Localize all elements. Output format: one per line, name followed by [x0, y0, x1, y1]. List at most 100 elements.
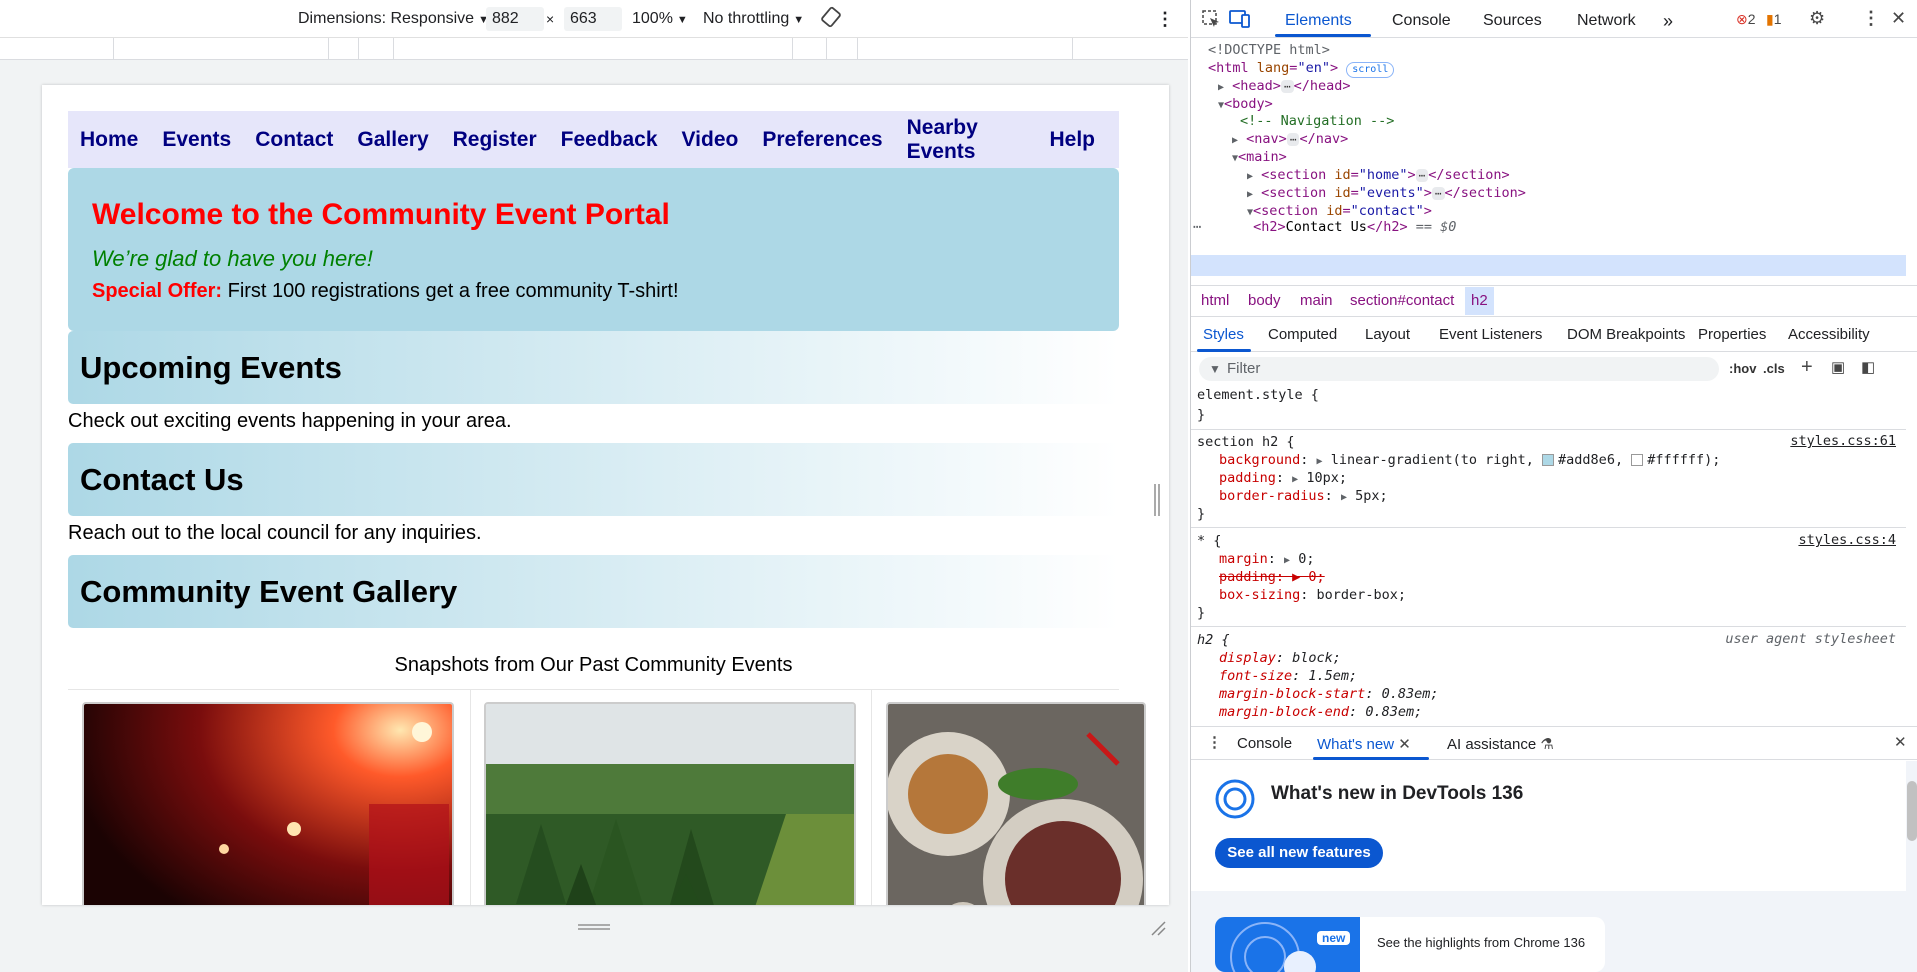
more-options-icon[interactable]: ⋮ [1156, 8, 1174, 30]
subtab-event-listeners[interactable]: Event Listeners [1439, 326, 1542, 343]
nav-link-contact[interactable]: Contact [255, 128, 333, 152]
drawer-tab-console[interactable]: Console [1237, 735, 1292, 752]
dimension-separator: × [546, 11, 555, 27]
toggle-sidebar-icon[interactable]: ◧ [1861, 358, 1875, 376]
dom-comment[interactable]: <!-- Navigation --> [1240, 111, 1394, 131]
subtab-layout[interactable]: Layout [1365, 326, 1410, 343]
dom-section-home[interactable]: ▶ <section id="home"> ⋯ </section> [1247, 165, 1510, 185]
tab-network[interactable]: Network [1577, 8, 1636, 34]
dom-main[interactable]: ▼<main> [1232, 147, 1287, 167]
subtab-styles[interactable]: Styles [1203, 326, 1244, 343]
tab-sources[interactable]: Sources [1483, 8, 1542, 34]
nav-link-video[interactable]: Video [682, 128, 739, 152]
drawer-tab-whats-new[interactable]: What's new ✕ [1317, 735, 1411, 753]
see-all-new-features-button[interactable]: See all new features [1215, 838, 1383, 868]
tab-elements[interactable]: Elements [1285, 8, 1352, 34]
hov-toggle[interactable]: :hov [1729, 361, 1756, 376]
nav-link-nearby-events[interactable]: Nearby Events [907, 116, 1026, 164]
dom-head[interactable]: ▶ <head> ⋯ </head> [1218, 76, 1350, 96]
element-style-rule[interactable]: element.style { [1197, 386, 1319, 404]
upcoming-events-text: Check out exciting events happening in y… [68, 410, 512, 432]
more-tabs-icon[interactable]: » [1663, 8, 1673, 34]
subtab-properties[interactable]: Properties [1698, 326, 1766, 343]
color-swatch-ffffff[interactable] [1631, 454, 1644, 466]
dom-section-events[interactable]: ▶ <section id="events"> ⋯ </section> [1247, 183, 1526, 203]
contact-us-heading: Contact Us [68, 443, 1119, 516]
flask-icon: ⚗ [1540, 736, 1554, 753]
new-style-rule-icon[interactable]: + [1801, 356, 1813, 379]
prop-border-radius[interactable]: border-radius: ▶ 5px; [1219, 487, 1388, 505]
throttling-dropdown[interactable]: No throttling ▼ [703, 8, 804, 30]
inspect-element-icon[interactable] [1201, 9, 1221, 33]
dom-nav[interactable]: ▶ <nav> ⋯ </nav> [1232, 129, 1348, 149]
close-tab-icon[interactable]: ✕ [1398, 736, 1411, 753]
welcome-banner: Welcome to the Community Event Portal We… [68, 168, 1119, 331]
resize-handle-bottom[interactable] [578, 924, 610, 930]
rotate-icon[interactable] [820, 6, 842, 28]
drawer-scrollbar[interactable] [1907, 781, 1917, 841]
subtab-computed[interactable]: Computed [1268, 326, 1337, 343]
breadcrumb-h2[interactable]: h2 [1465, 287, 1494, 315]
gallery-photo-tree-farm[interactable] [484, 702, 856, 905]
prop-background[interactable]: background: ▶ linear-gradient(to right, … [1219, 451, 1720, 469]
subtab-accessibility[interactable]: Accessibility [1788, 326, 1870, 343]
dom-html[interactable]: <html lang="en"> scroll [1208, 58, 1395, 78]
nav-link-events[interactable]: Events [162, 128, 231, 152]
subtab-dom-breakpoints[interactable]: DOM Breakpoints [1567, 326, 1685, 343]
scroll-badge[interactable]: scroll [1346, 62, 1395, 78]
dom-h2-selected[interactable]: ⋯ <h2>Contact Us</h2> == $0 [1193, 217, 1906, 237]
prop-margin[interactable]: margin: ▶ 0; [1219, 550, 1314, 568]
device-toolbar-icon[interactable] [1229, 9, 1251, 33]
prop-box-sizing[interactable]: box-sizing: border-box; [1219, 586, 1406, 604]
gallery-photo-concert[interactable] [82, 702, 454, 905]
rule-universal-selector[interactable]: * { [1197, 532, 1221, 550]
cls-toggle[interactable]: .cls [1763, 361, 1785, 376]
nav-link-gallery[interactable]: Gallery [357, 128, 428, 152]
rule-section-h2-selector[interactable]: section h2 { [1197, 433, 1295, 451]
resize-handle-right[interactable] [1154, 484, 1160, 516]
drawer-tabbar: ⋮ Console What's new ✕ AI assistance ⚗ ✕ [1191, 726, 1917, 760]
devtools-menu-icon[interactable]: ⋮ [1862, 8, 1880, 28]
height-input[interactable]: 663 [564, 7, 622, 31]
filter-icon: ▼ [1209, 362, 1221, 376]
nav-link-help[interactable]: Help [1049, 128, 1095, 152]
close-devtools-icon[interactable]: ✕ [1891, 8, 1906, 28]
breadcrumb-main[interactable]: main [1300, 292, 1333, 309]
settings-gear-icon[interactable]: ⚙ [1809, 8, 1825, 28]
drawer-tab-ai-assistance[interactable]: AI assistance ⚗ [1447, 735, 1554, 753]
zoom-dropdown[interactable]: 100% ▼ [632, 8, 688, 30]
styles-filter-input[interactable]: ▼ Filter [1199, 357, 1719, 381]
special-offer: Special Offer: First 100 registrations g… [92, 280, 1095, 303]
rule-section-h2-source-link[interactable]: styles.css:61 [1790, 433, 1896, 449]
nav-link-register[interactable]: Register [453, 128, 537, 152]
styles-pane: element.style { } section h2 { styles.cs… [1191, 386, 1906, 726]
dom-doctype[interactable]: <!DOCTYPE html> [1208, 40, 1330, 60]
warnings-counter[interactable]: ▮1 [1766, 9, 1782, 29]
gallery-photo-food[interactable] [886, 702, 1146, 905]
width-input[interactable]: 882 [486, 7, 544, 31]
nav-link-home[interactable]: Home [80, 128, 138, 152]
dimensions-dropdown[interactable]: Dimensions: Responsive ▼ [298, 8, 489, 30]
highlights-card[interactable]: new See the highlights from Chrome 136 [1215, 917, 1605, 972]
rule-universal-source-link[interactable]: styles.css:4 [1798, 532, 1896, 548]
prop-padding[interactable]: padding: ▶ 10px; [1219, 469, 1347, 487]
breadcrumb-html[interactable]: html [1201, 292, 1229, 309]
prop-margin-block-start: margin-block-start: 0.83em; [1219, 686, 1439, 702]
resize-corner-icon[interactable] [1150, 920, 1166, 936]
breadcrumb-section-contact[interactable]: section#contact [1350, 292, 1454, 309]
nav-link-feedback[interactable]: Feedback [561, 128, 658, 152]
tab-console[interactable]: Console [1392, 8, 1451, 34]
errors-counter[interactable]: ⊗2 [1736, 9, 1756, 29]
whats-new-title: What's new in DevTools 136 [1271, 783, 1524, 804]
drawer-menu-icon[interactable]: ⋮ [1207, 733, 1222, 751]
breadcrumb-body[interactable]: body [1248, 292, 1281, 309]
rule-h2-ua-selector[interactable]: h2 { [1197, 631, 1230, 649]
close-drawer-icon[interactable]: ✕ [1894, 733, 1907, 751]
nav-link-preferences[interactable]: Preferences [762, 128, 882, 152]
prop-padding-overridden[interactable]: padding: ▶ 0; [1219, 568, 1325, 586]
color-swatch-add8e6[interactable] [1542, 454, 1555, 466]
paint-brush-icon[interactable]: ▣ [1831, 358, 1845, 376]
devtools-main-toolbar: Elements Console Sources Network » ⊗2 ▮1… [1191, 0, 1917, 38]
devtools-panel: Elements Console Sources Network » ⊗2 ▮1… [1190, 0, 1917, 972]
gallery-heading: Community Event Gallery [68, 555, 1119, 628]
